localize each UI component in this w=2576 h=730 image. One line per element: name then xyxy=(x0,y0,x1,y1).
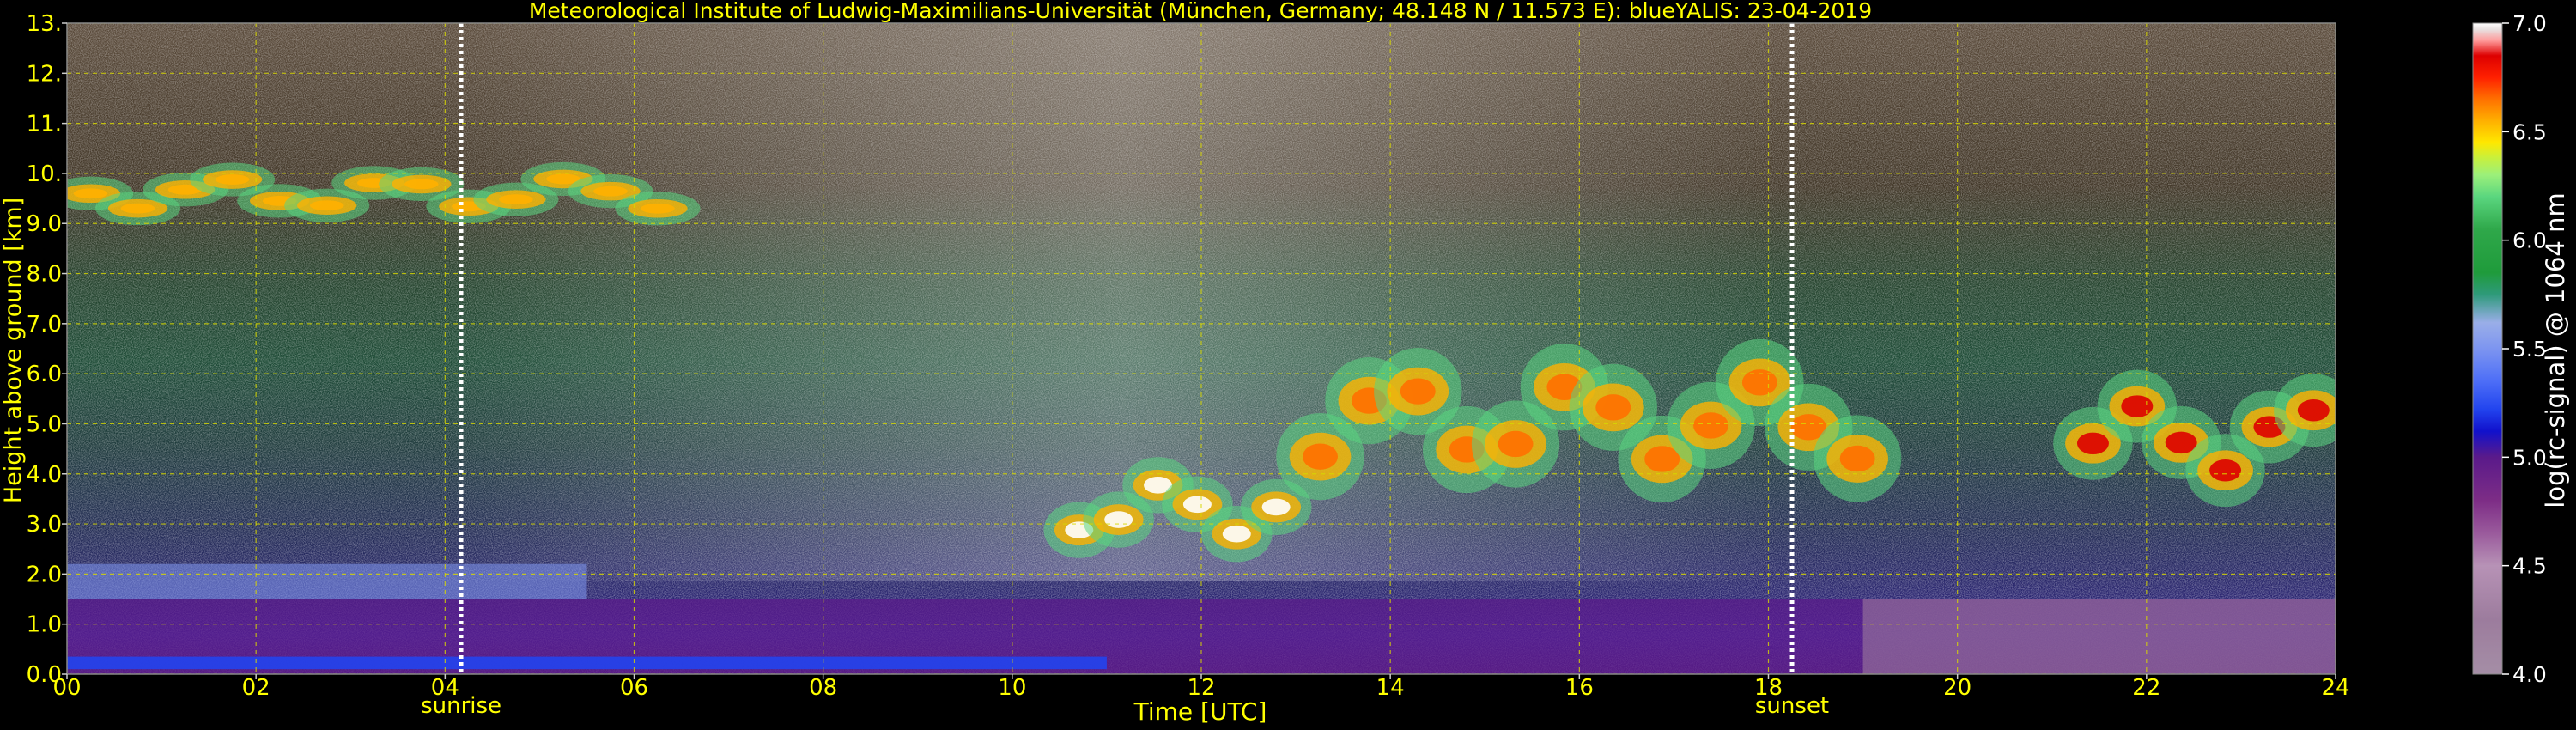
colorbar-label: log(rc-signal) @ 1064 nm xyxy=(2541,192,2570,508)
feature-core xyxy=(499,194,533,205)
sunset-label: sunset xyxy=(1755,693,1829,719)
x-axis-label: Time [UTC] xyxy=(1133,697,1267,726)
feature-core xyxy=(1104,511,1133,528)
y-tick-label: 7.0 xyxy=(27,312,62,338)
x-tick-label: 08 xyxy=(809,675,837,701)
y-tick-label: 10. xyxy=(27,161,62,187)
feature-core xyxy=(309,200,344,211)
y-tick-label: 11. xyxy=(27,112,62,137)
feature-core xyxy=(1400,378,1436,405)
y-tick-label: 5.0 xyxy=(27,411,62,437)
x-tick-label: 14 xyxy=(1376,675,1405,701)
feature-core xyxy=(404,179,439,190)
feature-core xyxy=(1182,496,1212,514)
x-tick-label: 10 xyxy=(998,675,1026,701)
y-axis-label: Height above ground [km] xyxy=(0,198,27,503)
feature-core xyxy=(1498,430,1534,458)
colorbar-ticks: 4.04.55.05.56.06.57.0 xyxy=(2502,11,2547,687)
y-tick-label: 2.0 xyxy=(27,562,62,587)
feature-core xyxy=(1693,412,1729,439)
lidar-quicklook-figure: Meteorological Institute of Ludwig-Maxim… xyxy=(0,0,2570,726)
colorbar-tick-label: 6.5 xyxy=(2512,119,2547,144)
y-tick-label: 4.0 xyxy=(27,462,62,488)
y-tick-label: 1.0 xyxy=(27,612,62,638)
feature-core xyxy=(1303,443,1338,470)
sunrise-label: sunrise xyxy=(421,693,501,719)
feature-core xyxy=(593,186,628,197)
y-axis-ticks: 0.0 1.0 2.0 3.0 4.0 5.0 6.0 7.0 8.0 9.0 10. 11. 12. 1… xyxy=(27,11,67,688)
y-tick-label: 3.0 xyxy=(27,512,62,538)
chart-title: Meteorological Institute of Ludwig-Maxim… xyxy=(529,0,1872,23)
feature-core xyxy=(1222,525,1251,543)
y-tick-label: 8.0 xyxy=(27,262,62,288)
feature-evening-aerosol xyxy=(1862,599,2336,674)
feature-core xyxy=(1595,394,1631,421)
feature-core xyxy=(2297,399,2330,422)
feature-morning-aerosol xyxy=(67,563,587,599)
x-tick-label: 16 xyxy=(1565,675,1594,701)
plot-area xyxy=(67,23,2336,674)
feature-core xyxy=(73,188,108,199)
feature-core xyxy=(2076,432,2109,455)
colorbar-tick-label: 7.0 xyxy=(2512,11,2547,36)
x-tick-label: 06 xyxy=(620,675,648,701)
colorbar-gradient-bar xyxy=(2472,22,2503,675)
x-tick-label: 24 xyxy=(2321,675,2349,701)
feature-core xyxy=(215,174,250,185)
feature-core xyxy=(1644,446,1680,472)
colorbar: 4.04.55.05.56.06.57.0 log(rc-signal) @ 1… xyxy=(2472,11,2570,687)
y-tick-label: 13. xyxy=(27,11,62,37)
feature-surface-layer xyxy=(67,656,1107,670)
feature-core xyxy=(2209,459,2242,482)
colorbar-tick-label: 4.5 xyxy=(2512,554,2547,579)
y-tick-label: 6.0 xyxy=(27,362,62,387)
feature-core xyxy=(1261,498,1291,516)
x-tick-label: 20 xyxy=(1943,675,1971,701)
feature-core xyxy=(1839,445,1875,472)
x-tick-label: 02 xyxy=(242,675,270,701)
feature-core xyxy=(2121,395,2154,417)
y-tick-label: 0.0 xyxy=(27,662,62,688)
colorbar-tick-label: 4.0 xyxy=(2512,662,2547,687)
y-tick-label: 12. xyxy=(27,61,62,87)
feature-core xyxy=(641,203,675,214)
x-tick-label: 22 xyxy=(2132,675,2160,701)
feature-core xyxy=(120,203,155,214)
y-tick-label: 9.0 xyxy=(27,211,62,237)
